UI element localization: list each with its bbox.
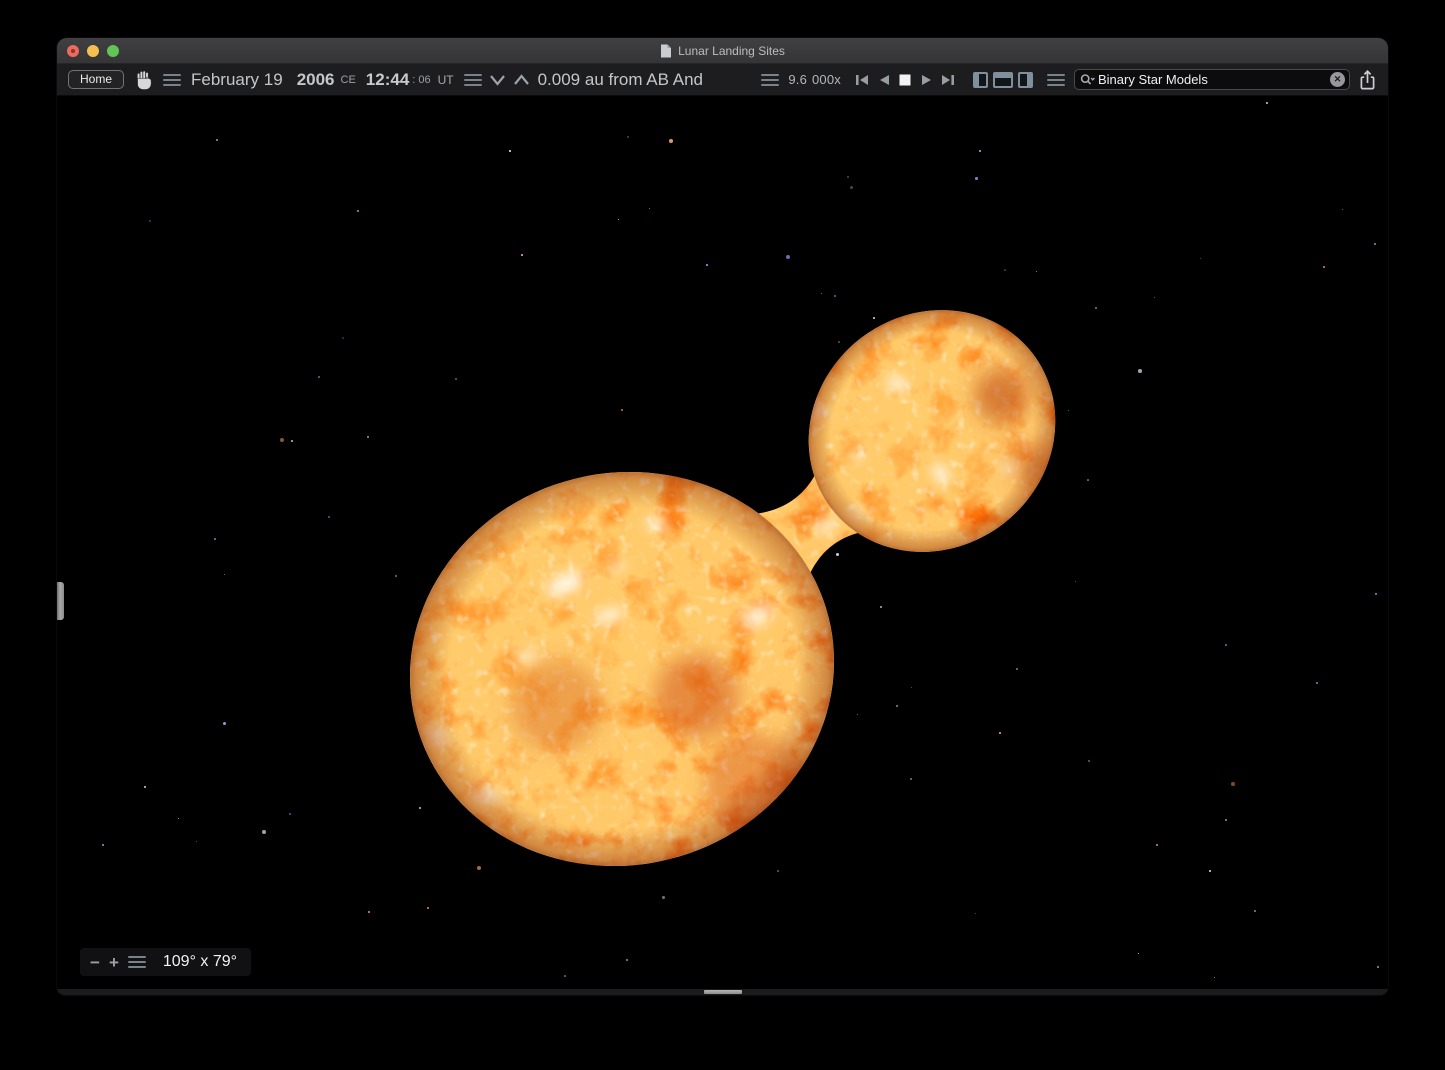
fov-display[interactable]: 109° x 79° [163, 953, 237, 971]
left-drawer-handle[interactable] [57, 582, 64, 620]
stop-icon [898, 73, 912, 87]
bottom-drawer-handle[interactable] [704, 990, 742, 994]
increase-chevron-button[interactable] [513, 73, 530, 87]
hand-icon [134, 70, 153, 90]
left-panel-toggle[interactable] [973, 72, 988, 88]
rate-menu-icon[interactable] [761, 74, 779, 86]
stop-button[interactable] [898, 73, 912, 87]
share-icon [1358, 69, 1377, 91]
search-field[interactable]: ✕ [1074, 69, 1350, 90]
step-backward-button[interactable] [877, 73, 890, 87]
traffic-lights [67, 38, 119, 63]
pan-tool-button[interactable] [134, 70, 153, 90]
home-button[interactable]: Home [68, 70, 124, 89]
play-button[interactable] [920, 73, 933, 87]
time-menu-icon[interactable] [464, 74, 482, 86]
seconds-separator: : [412, 74, 415, 86]
contact-binary-star[interactable] [57, 96, 1388, 989]
zoom-button[interactable] [107, 45, 119, 57]
skip-end-icon [941, 73, 956, 87]
right-panel-toggle[interactable] [1018, 72, 1033, 88]
options-menu-icon[interactable] [1047, 74, 1065, 86]
title-bar[interactable]: Lunar Landing Sites [57, 38, 1388, 64]
time-flow-rate[interactable]: 9.6 000x [788, 72, 841, 87]
playback-controls [854, 73, 956, 87]
skip-to-start-button[interactable] [854, 73, 869, 87]
chevron-up-icon [513, 73, 530, 87]
fov-menu-icon[interactable] [128, 956, 146, 968]
bottom-strip [57, 989, 1388, 995]
app-window: Lunar Landing Sites Home February 19 200… [57, 38, 1388, 995]
toolbar: Home February 19 2006 CE 12:44 : 06 UT [57, 64, 1388, 96]
rate-suffix: 000x [812, 72, 841, 87]
chevron-down-icon [489, 73, 506, 87]
search-icon [1080, 73, 1096, 87]
top-panel-toggle[interactable] [993, 72, 1013, 88]
minimize-button[interactable] [87, 45, 99, 57]
time-display[interactable]: 12:44 [366, 70, 409, 90]
viewer-location-display[interactable]: 0.009 au from AB And [538, 70, 703, 90]
document-proxy-icon [660, 44, 672, 58]
date-display[interactable]: February 19 [191, 70, 283, 90]
search-input[interactable] [1098, 72, 1330, 87]
panel-toggles [973, 72, 1033, 88]
main-view[interactable]: − + 109° x 79° [57, 96, 1388, 989]
year-display[interactable]: 2006 [297, 70, 335, 90]
binary-star-model[interactable] [57, 96, 1388, 989]
date-menu-icon[interactable] [163, 74, 181, 86]
skip-to-end-button[interactable] [941, 73, 956, 87]
zoom-out-button[interactable]: − [90, 954, 100, 971]
seconds-display[interactable]: 06 [418, 74, 430, 86]
timezone-label: UT [438, 73, 454, 87]
decrease-chevron-button[interactable] [489, 73, 506, 87]
rate-value: 9.6 [788, 72, 807, 87]
zoom-in-button[interactable]: + [109, 954, 119, 971]
close-button[interactable] [67, 45, 79, 57]
fov-control: − + 109° x 79° [80, 948, 251, 976]
window-title: Lunar Landing Sites [678, 44, 785, 58]
skip-start-icon [854, 73, 869, 87]
era-label: CE [341, 74, 356, 86]
share-button[interactable] [1358, 69, 1377, 91]
clear-search-icon[interactable]: ✕ [1330, 72, 1345, 87]
step-back-icon [877, 73, 890, 87]
play-icon [920, 73, 933, 87]
